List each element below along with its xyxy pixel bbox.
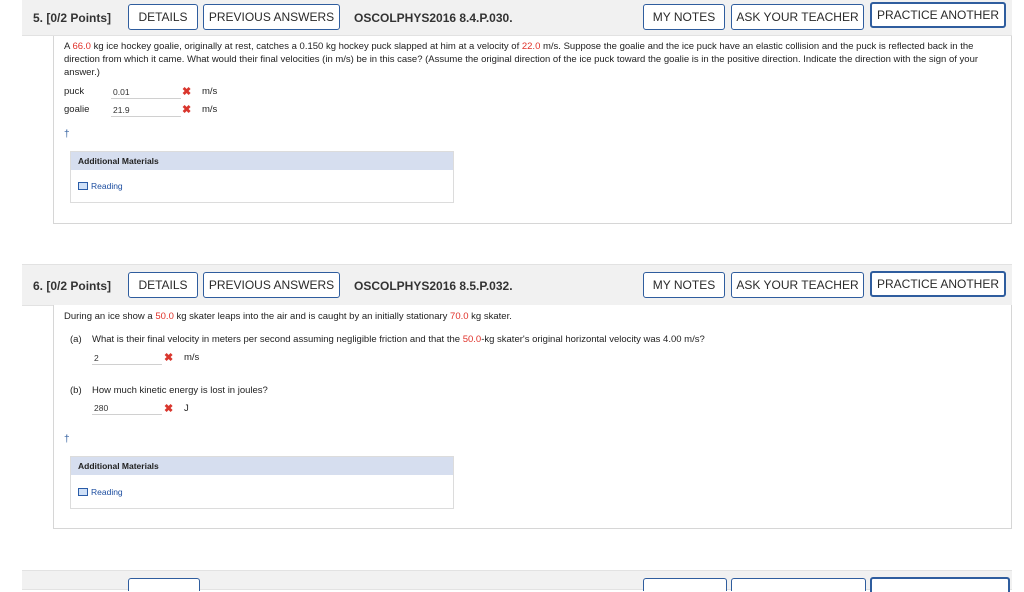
part-a-unit: m/s [184,352,200,363]
reading-label: Reading [91,181,123,191]
question-5-body: A 66.0 kg ice hockey goalie, originally … [53,36,1012,224]
previous-answers-button[interactable]: PREVIOUS ANSWERS [203,4,340,30]
additional-materials-box: Additional Materials Reading [70,456,454,509]
part-b-input[interactable] [92,401,162,415]
practice-another-button[interactable]: PRACTICE ANOTHER [870,2,1006,28]
question-5-text: A 66.0 kg ice hockey goalie, originally … [64,41,979,78]
wrong-icon: ✖ [182,104,192,116]
details-button-partial[interactable] [128,578,200,591]
ask-your-teacher-button[interactable]: ASK YOUR TEACHER [731,272,864,298]
part-a-label: (a) [70,334,82,345]
book-icon [78,488,88,496]
practice-another-button[interactable]: PRACTICE ANOTHER [870,271,1006,297]
additional-materials-heading: Additional Materials [71,152,453,170]
dagger-icon: † [64,129,70,140]
my-notes-button[interactable]: MY NOTES [643,4,725,30]
goalie-unit: m/s [202,104,218,115]
question-6-number: 6. [0/2 Points] [33,279,112,293]
part-b-label: (b) [70,385,82,396]
puck-unit: m/s [202,86,218,97]
part-a-question: What is their final velocity in meters p… [92,334,705,345]
details-button[interactable]: DETAILS [128,272,198,298]
practice-another-button-partial[interactable] [870,577,1010,592]
part-b-question: How much kinetic energy is lost in joule… [92,385,268,396]
part-b-unit: J [184,403,189,414]
skater-1-mass-value: 50.0 [155,311,174,322]
goalie-mass-value: 66.0 [72,41,91,52]
my-notes-button-partial[interactable] [643,578,727,591]
dagger-icon: † [64,434,70,445]
question-5-number: 5. [0/2 Points] [33,11,112,25]
part-a-input[interactable] [92,351,162,365]
question-6-id: OSCOLPHYS2016 8.5.P.032. [354,279,513,293]
part-a-mass-value: 50.0 [462,334,482,345]
reading-link[interactable]: Reading [78,487,123,497]
question-6-header: 6. [0/2 Points] DETAILS PREVIOUS ANSWERS… [22,264,1012,306]
goalie-velocity-input[interactable] [111,103,181,117]
wrong-icon: ✖ [182,86,192,98]
question-6-body: During an ice show a 50.0 kg skater leap… [53,305,1012,529]
wrong-icon: ✖ [164,403,174,415]
skater-2-mass-value: 70.0 [450,311,469,322]
goalie-label: goalie [64,104,90,115]
details-button[interactable]: DETAILS [128,4,198,30]
puck-velocity-value: 22.0 [521,41,541,52]
question-6-intro: During an ice show a 50.0 kg skater leap… [64,311,512,322]
ask-your-teacher-button[interactable]: ASK YOUR TEACHER [731,4,864,30]
puck-velocity-input[interactable] [111,85,181,99]
additional-materials-box: Additional Materials Reading [70,151,454,203]
question-5-header: 5. [0/2 Points] DETAILS PREVIOUS ANSWERS… [22,0,1012,36]
question-7-header [22,570,1012,592]
reading-label: Reading [91,487,123,497]
wrong-icon: ✖ [164,352,174,364]
my-notes-button[interactable]: MY NOTES [643,272,725,298]
ask-your-teacher-button-partial[interactable] [731,578,866,591]
puck-label: puck [64,86,85,97]
book-icon [78,182,88,190]
previous-answers-button[interactable]: PREVIOUS ANSWERS [203,272,340,298]
question-5-id: OSCOLPHYS2016 8.4.P.030. [354,11,513,25]
reading-link[interactable]: Reading [78,181,123,191]
additional-materials-heading: Additional Materials [71,457,453,475]
